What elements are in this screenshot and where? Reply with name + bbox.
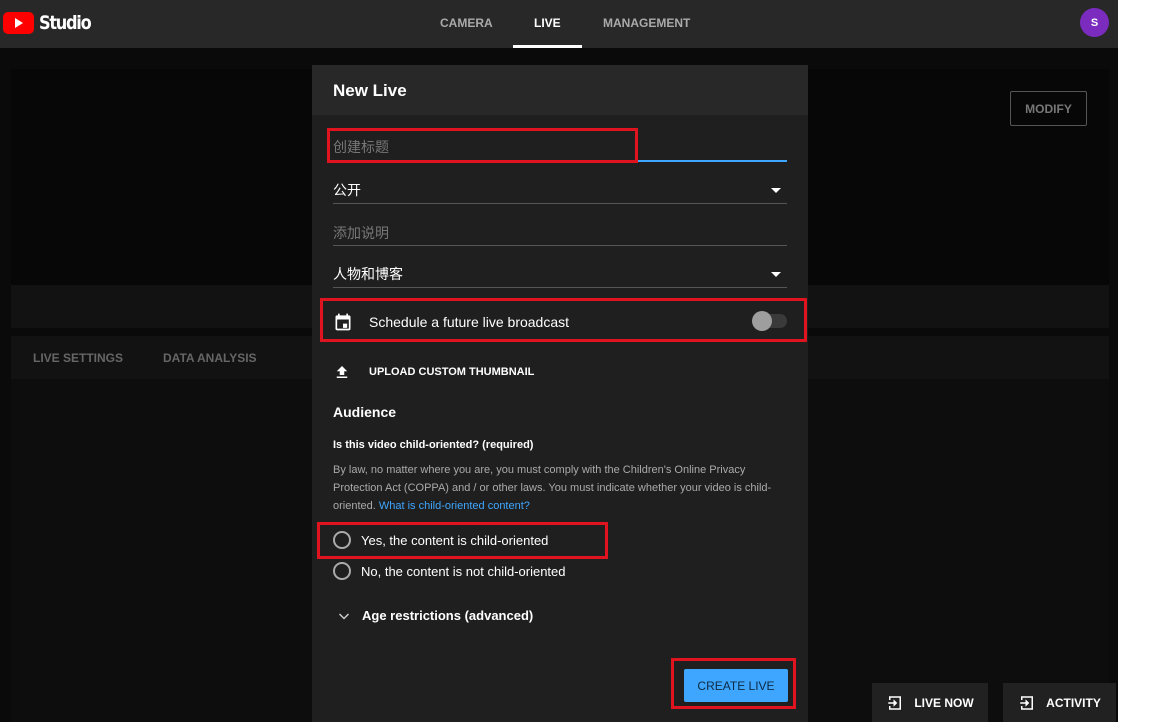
radio-no-child-oriented[interactable]: No, the content is not child-oriented bbox=[333, 562, 566, 580]
new-live-dialog: New Live 创建标题 公开 添加说明 人物和博客 Schedule a f… bbox=[312, 65, 808, 722]
caret-down-icon bbox=[771, 272, 781, 277]
studio-logo[interactable]: Studio bbox=[3, 12, 99, 34]
avatar[interactable]: S bbox=[1080, 8, 1109, 37]
chevron-down-icon bbox=[338, 612, 350, 620]
create-live-button[interactable]: CREATE LIVE bbox=[684, 669, 788, 702]
schedule-label: Schedule a future live broadcast bbox=[369, 314, 570, 330]
toggle-knob bbox=[752, 311, 772, 331]
live-now-button[interactable]: LIVE NOW bbox=[872, 683, 988, 722]
activity-button[interactable]: ACTIVITY bbox=[1003, 683, 1116, 722]
child-oriented-link[interactable]: What is child-oriented content? bbox=[379, 500, 530, 512]
schedule-row[interactable]: Schedule a future live broadcast bbox=[333, 312, 569, 332]
logo-text: Studio bbox=[39, 12, 92, 34]
tab-live-settings[interactable]: LIVE SETTINGS bbox=[33, 351, 123, 365]
audience-title: Audience bbox=[333, 404, 397, 420]
title-input[interactable]: 创建标题 bbox=[333, 137, 787, 162]
youtube-studio-app: Studio CAMERA LIVE MANAGEMENT S MODIFY L… bbox=[0, 0, 1118, 722]
upload-thumbnail-label: UPLOAD CUSTOM THUMBNAIL bbox=[369, 366, 535, 378]
radio-yes-child-oriented[interactable]: Yes, the content is child-oriented bbox=[333, 531, 548, 549]
coppa-description: By law, no matter where you are, you mus… bbox=[333, 461, 783, 515]
modify-button[interactable]: MODIFY bbox=[1010, 91, 1087, 126]
category-select[interactable]: 人物和博客 bbox=[333, 264, 787, 288]
tab-management[interactable]: MANAGEMENT bbox=[603, 16, 690, 30]
child-oriented-question: Is this video child-oriented? (required) bbox=[333, 439, 534, 451]
youtube-play-icon bbox=[3, 12, 34, 34]
description-input[interactable]: 添加说明 bbox=[333, 223, 787, 246]
upload-thumbnail-button[interactable]: UPLOAD CUSTOM THUMBNAIL bbox=[333, 363, 534, 381]
age-restrictions-label: Age restrictions (advanced) bbox=[362, 608, 534, 623]
live-now-label: LIVE NOW bbox=[914, 695, 974, 710]
category-value: 人物和博客 bbox=[333, 266, 403, 282]
dialog-title: New Live bbox=[312, 65, 808, 115]
activity-label: ACTIVITY bbox=[1046, 695, 1101, 710]
tab-live[interactable]: LIVE bbox=[534, 16, 561, 30]
visibility-select[interactable]: 公开 bbox=[333, 180, 787, 204]
enter-icon bbox=[1020, 695, 1034, 710]
schedule-toggle[interactable] bbox=[752, 311, 787, 331]
radio-button[interactable] bbox=[333, 531, 351, 549]
tab-camera[interactable]: CAMERA bbox=[440, 16, 493, 30]
upload-icon bbox=[336, 366, 348, 378]
active-tab-indicator bbox=[513, 45, 582, 48]
age-restrictions-expander[interactable]: Age restrictions (advanced) bbox=[338, 608, 533, 623]
visibility-value: 公开 bbox=[333, 182, 361, 198]
calendar-icon bbox=[335, 313, 351, 331]
enter-icon bbox=[888, 695, 902, 710]
radio-button[interactable] bbox=[333, 562, 351, 580]
radio-no-label: No, the content is not child-oriented bbox=[361, 563, 566, 579]
radio-yes-label: Yes, the content is child-oriented bbox=[361, 532, 549, 548]
tab-data-analysis[interactable]: DATA ANALYSIS bbox=[163, 351, 257, 365]
caret-down-icon bbox=[771, 188, 781, 193]
top-bar: Studio CAMERA LIVE MANAGEMENT S bbox=[0, 0, 1118, 48]
